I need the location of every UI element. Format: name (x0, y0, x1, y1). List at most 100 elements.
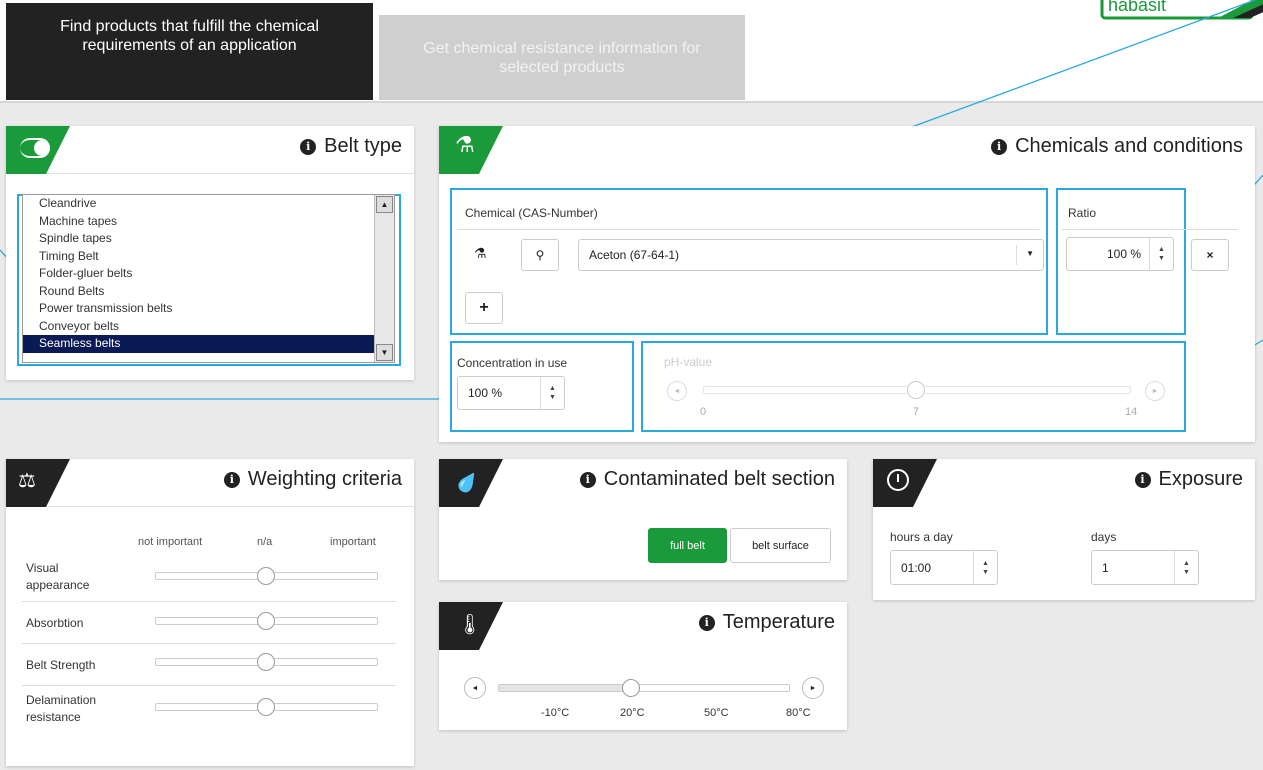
scale-icon: ⚖ (18, 470, 36, 492)
info-icon[interactable]: i (698, 614, 715, 631)
chemicals-title: i Chemicals and conditions (991, 135, 1243, 158)
row-divider (22, 685, 396, 686)
belt-type-header: i Belt type (6, 126, 414, 174)
weighting-title-text: Weighting criteria (247, 468, 402, 490)
corner-dark (6, 459, 70, 507)
exposure-title: i Exposure (1134, 468, 1244, 491)
toggle-knob (34, 140, 50, 156)
ratio-stepper[interactable]: ▲ ▼ (1149, 238, 1173, 270)
list-item[interactable]: Conveyor belts (23, 318, 394, 336)
hours-input[interactable]: 01:00 ▲ ▼ (890, 550, 998, 585)
temp-tick-label: -10°C (541, 707, 570, 719)
info-icon[interactable]: i (1134, 471, 1151, 488)
weighting-row-label: Delamination resistance (26, 693, 97, 724)
temp-right-arrow[interactable]: ► (802, 677, 824, 699)
full-belt-button[interactable]: full belt (648, 528, 727, 563)
info-icon[interactable]: i (223, 471, 240, 488)
list-item[interactable]: Machine tapes (23, 213, 394, 231)
chemicals-title-text: Chemicals and conditions (1015, 135, 1243, 157)
contaminated-title: i Contaminated belt section (579, 468, 835, 491)
ph-slider-knob[interactable] (907, 381, 925, 399)
scroll-up-arrow[interactable]: ▲ (376, 196, 393, 213)
search-icon: ⚲ (535, 248, 545, 262)
weighting-header: ⚖ i Weighting criteria (6, 459, 414, 507)
search-button[interactable]: ⚲ (521, 239, 559, 271)
weighting-header-low: not important (138, 536, 203, 548)
concentration-label: Concentration in use (457, 356, 568, 370)
temp-tick-label: 20°C (620, 707, 645, 719)
hours-label: hours a day (890, 530, 953, 544)
chemical-select-value: Aceton (67-64-1) (589, 248, 680, 262)
info-icon[interactable]: i (991, 138, 1008, 155)
ph-right-arrow[interactable]: ► (1145, 381, 1165, 401)
row-divider (22, 643, 396, 644)
temperature-header: 🌡 i Temperature (439, 602, 847, 650)
add-chemical-button[interactable]: + (465, 292, 503, 324)
exposure-title-text: Exposure (1158, 468, 1244, 490)
weighting-slider-knob[interactable] (257, 698, 275, 716)
temp-tick-label: 50°C (704, 707, 729, 719)
weighting-header-na: n/a (257, 536, 273, 548)
list-item[interactable]: Cleandrive (23, 195, 394, 213)
contaminated-header: 💧 i Contaminated belt section (439, 459, 847, 507)
select-divider (1016, 245, 1017, 265)
flask-small-icon: ⚗ (474, 245, 487, 261)
weighting-row-label: Belt Strength (26, 658, 96, 672)
belt-type-title: i Belt type (300, 135, 402, 158)
remove-chemical-button[interactable]: × (1191, 239, 1229, 271)
chemicals-header: ⚗ i Chemicals and conditions (439, 126, 1255, 174)
ph-tick-label: 7 (913, 406, 920, 418)
days-input[interactable]: 1 ▲ ▼ (1091, 550, 1199, 585)
chemical-select[interactable]: Aceton (67-64-1) ▼ (578, 239, 1044, 271)
exposure-header: i Exposure (873, 459, 1255, 507)
temp-slider-fill (499, 685, 631, 691)
list-item[interactable]: Spindle tapes (23, 230, 394, 248)
ratio-label: Ratio (1068, 206, 1097, 220)
weighting-row-label: Visual appearance (26, 561, 90, 592)
hours-stepper[interactable]: ▲ ▼ (973, 551, 997, 584)
temperature-title: i Temperature (698, 611, 835, 634)
contaminated-title-text: Contaminated belt section (603, 468, 835, 490)
hours-value: 01:00 (901, 560, 932, 575)
ph-left-arrow[interactable]: ◄ (667, 381, 687, 401)
ratio-divider (1062, 229, 1238, 230)
scroll-down-arrow[interactable]: ▼ (376, 344, 393, 361)
weighting-slider-knob[interactable] (257, 612, 275, 630)
list-item-selected[interactable]: Seamless belts (23, 335, 394, 353)
temperature-title-text: Temperature (722, 611, 835, 633)
temp-tick-label: 80°C (786, 707, 811, 719)
concentration-value: 100 % (468, 386, 503, 400)
list-item[interactable]: Timing Belt (23, 248, 394, 266)
list-scrollbar[interactable]: ▲ ▼ (374, 195, 394, 362)
days-label: days (1091, 530, 1117, 544)
ph-tick-label: 14 (1125, 406, 1138, 418)
temp-slider-knob[interactable] (622, 679, 640, 697)
weighting-slider-knob[interactable] (257, 653, 275, 671)
belt-surface-button[interactable]: belt surface (730, 528, 831, 563)
chemical-label: Chemical (CAS-Number) (465, 206, 598, 220)
weighting-title: i Weighting criteria (223, 468, 402, 491)
days-stepper[interactable]: ▲ ▼ (1174, 551, 1198, 584)
belt-type-title-text: Belt type (324, 135, 402, 157)
weighting-slider-knob[interactable] (257, 567, 275, 585)
ph-tick-label: 0 (700, 406, 707, 418)
chemical-divider (457, 229, 1040, 230)
info-icon[interactable]: i (579, 471, 596, 488)
concentration-stepper[interactable]: ▲ ▼ (540, 377, 564, 409)
weighting-row-label: Absorbtion (26, 616, 84, 630)
ratio-input[interactable]: 100 % ▲ ▼ (1066, 237, 1174, 271)
chevron-down-icon: ▼ (1026, 249, 1034, 258)
list-item[interactable]: Power transmission belts (23, 300, 394, 318)
close-icon: × (1206, 248, 1214, 262)
belt-surface-label: belt surface (752, 539, 809, 552)
belt-type-list[interactable]: Cleandrive Machine tapes Spindle tapes T… (22, 194, 395, 363)
concentration-input[interactable]: 100 % ▲ ▼ (457, 376, 565, 410)
list-item[interactable]: Round Belts (23, 283, 394, 301)
temp-left-arrow[interactable]: ◄ (464, 677, 486, 699)
info-icon[interactable]: i (300, 138, 317, 155)
stopwatch-hand (897, 474, 899, 482)
list-item[interactable]: Folder-gluer belts (23, 265, 394, 283)
row-divider (22, 601, 396, 602)
thermometer-icon: 🌡 (457, 614, 483, 636)
weighting-header-high: important (330, 536, 376, 548)
